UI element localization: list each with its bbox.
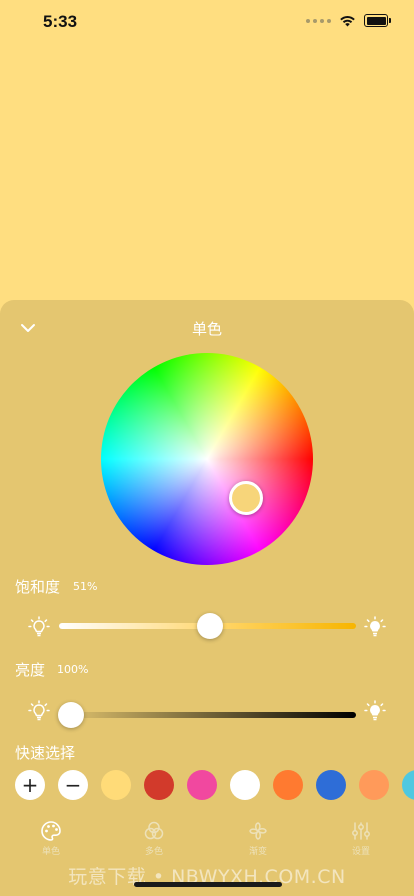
color-swatch[interactable] (144, 770, 174, 800)
status-bar: 5:33 (0, 0, 414, 48)
brightness-label: 亮度 (15, 661, 46, 679)
saturation-slider-thumb[interactable] (197, 613, 224, 639)
remove-color-button[interactable]: − (58, 770, 88, 800)
tab-settings[interactable]: 设置 (331, 820, 391, 857)
tab-label: 渐变 (248, 847, 267, 857)
color-wheel-handle[interactable] (229, 481, 263, 515)
brightness-value: 100% (57, 663, 89, 676)
color-wheel[interactable] (101, 353, 313, 565)
home-indicator (134, 882, 282, 887)
quick-select-label: 快速选择 (15, 744, 76, 762)
status-time: 5:33 (43, 12, 78, 31)
panel-title: 单色 (191, 320, 222, 338)
tab-label: 单色 (41, 847, 60, 857)
bulb-dim-icon (28, 700, 50, 721)
color-swatch[interactable] (101, 770, 131, 800)
signal-dots-icon (306, 18, 331, 23)
color-panel: 单色 饱和度 51% 亮度 100% 快速选择 + − 单色 多色 渐变 设置 … (0, 300, 414, 896)
sliders-icon (352, 822, 370, 840)
wifi-icon (340, 15, 355, 26)
three-circles-icon (144, 821, 164, 840)
brightness-slider-thumb[interactable] (58, 702, 84, 728)
status-icons (306, 14, 391, 27)
brightness-slider-track[interactable] (59, 712, 356, 718)
color-swatch[interactable] (402, 770, 414, 800)
color-swatch[interactable] (230, 770, 260, 800)
tab-single-color[interactable]: 单色 (21, 820, 81, 857)
color-swatch[interactable] (273, 770, 303, 800)
tab-gradient[interactable]: 渐变 (228, 820, 288, 857)
tab-multi-color[interactable]: 多色 (124, 820, 184, 857)
palette-icon (41, 821, 61, 841)
color-swatch[interactable] (316, 770, 346, 800)
quick-select-swatches: + − (0, 770, 414, 804)
color-swatch[interactable] (187, 770, 217, 800)
bulb-bright-icon (364, 616, 386, 637)
tab-label: 设置 (351, 847, 370, 857)
battery-icon (364, 14, 391, 27)
saturation-value: 51% (73, 580, 98, 593)
tab-label: 多色 (144, 847, 163, 857)
bulb-dim-icon (28, 616, 50, 637)
color-wheel-gradient[interactable] (101, 353, 313, 565)
color-swatch[interactable] (359, 770, 389, 800)
pinwheel-icon (249, 822, 267, 840)
bulb-bright-icon (364, 700, 386, 721)
add-color-button[interactable]: + (15, 770, 45, 800)
saturation-label: 饱和度 (15, 578, 61, 596)
